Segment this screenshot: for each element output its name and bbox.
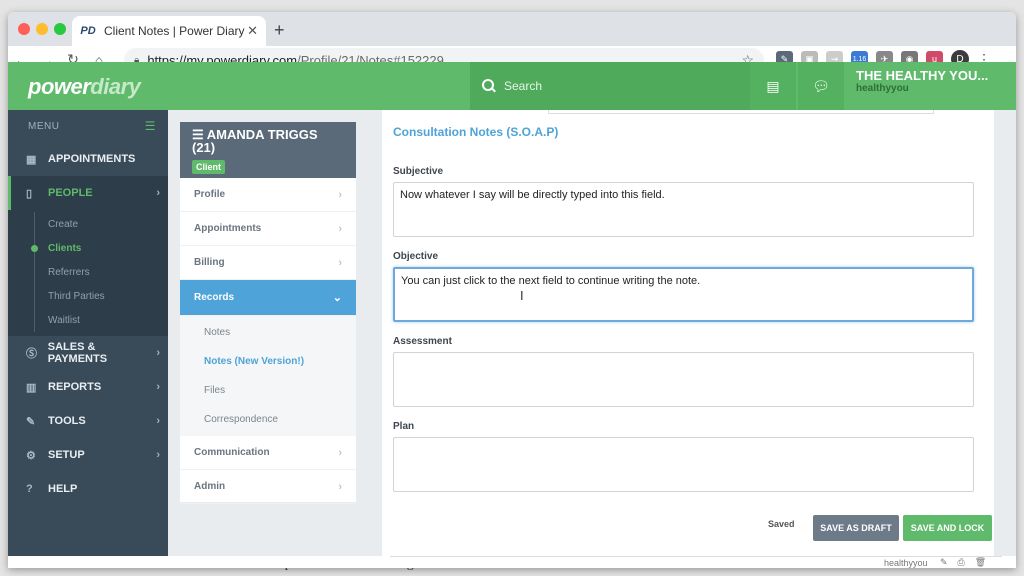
app-header: powerdiary Search ▤ 💬︎ THE HEALTHY YOU..… bbox=[8, 62, 1016, 110]
search-placeholder: Search bbox=[504, 79, 543, 93]
new-tab-icon[interactable]: + bbox=[274, 20, 285, 41]
global-search[interactable]: Search bbox=[470, 62, 750, 110]
dollar-icon: Ⓢ bbox=[26, 348, 37, 360]
people-icon: ▯ bbox=[26, 187, 33, 200]
subnav-referrers[interactable]: Referrers bbox=[8, 260, 168, 284]
sidebar-item-reports[interactable]: ▥ REPORTS › bbox=[8, 370, 168, 404]
chevron-right-icon: › bbox=[156, 449, 160, 461]
plan-label: Plan bbox=[393, 421, 415, 432]
account-subdomain: healthyyou bbox=[856, 83, 909, 94]
subnav-create[interactable]: Create bbox=[8, 212, 168, 236]
chevron-right-icon: › bbox=[156, 187, 160, 199]
gear-icon: ⚙ bbox=[26, 449, 36, 462]
subnav-waitlist[interactable]: Waitlist bbox=[8, 308, 168, 332]
favicon-icon: PD bbox=[80, 25, 96, 37]
client-name: ☰ AMANDA TRIGGS (21) bbox=[192, 127, 318, 155]
search-icon bbox=[482, 79, 496, 93]
subjective-field[interactable]: Now whatever I say will be directly type… bbox=[393, 182, 974, 237]
client-menu-billing[interactable]: Billing › bbox=[180, 246, 356, 280]
objective-label: Objective bbox=[393, 251, 439, 262]
soap-notes-form: Consultation Notes (S.O.A.P) Subjective … bbox=[382, 110, 994, 556]
chat-icon[interactable]: 💬︎ bbox=[798, 62, 844, 110]
client-menu-profile[interactable]: Profile › bbox=[180, 178, 356, 212]
records-notes[interactable]: Notes bbox=[180, 318, 356, 347]
save-and-lock-button[interactable]: SAVE AND LOCK bbox=[903, 515, 992, 541]
help-icon: ? bbox=[26, 483, 33, 495]
records-submenu: Notes Notes (New Version!) Files Corresp… bbox=[180, 316, 356, 436]
client-menu-appointments[interactable]: Appointments › bbox=[180, 212, 356, 246]
chevron-right-icon: › bbox=[156, 347, 160, 359]
client-header: ☰ AMANDA TRIGGS (21) Client bbox=[180, 122, 356, 178]
client-menu-records[interactable]: Records ⌄ bbox=[180, 280, 356, 316]
people-subnav: Create Clients Referrers Third Parties W… bbox=[8, 210, 168, 336]
client-menu-admin[interactable]: Admin › bbox=[180, 470, 356, 504]
sidebar-item-setup[interactable]: ⚙ SETUP › bbox=[8, 438, 168, 472]
form-top-border bbox=[548, 110, 934, 114]
chevron-right-icon: › bbox=[338, 446, 342, 459]
wrench-icon: ✎ bbox=[26, 415, 36, 428]
subnav-third-parties[interactable]: Third Parties bbox=[8, 284, 168, 308]
document-icon[interactable]: ▤ bbox=[750, 62, 796, 110]
powerdiary-logo[interactable]: powerdiary bbox=[28, 74, 141, 100]
sidebar: MENU ☰ ▦ APPOINTMENTS ▯ PEOPLE › Create … bbox=[8, 110, 168, 556]
chart-icon: ▥ bbox=[26, 381, 37, 394]
account-name: THE HEALTHY YOU... bbox=[856, 68, 989, 83]
assessment-field[interactable] bbox=[393, 352, 974, 407]
sidebar-item-appointments[interactable]: ▦ APPOINTMENTS bbox=[8, 142, 168, 176]
save-as-draft-button[interactable]: SAVE AS DRAFT bbox=[813, 515, 899, 541]
records-correspondence[interactable]: Correspondence bbox=[180, 405, 356, 434]
chevron-right-icon: › bbox=[338, 188, 342, 201]
chevron-right-icon: › bbox=[338, 480, 342, 493]
calendar-icon: ▦ bbox=[26, 153, 37, 166]
close-tab-icon[interactable]: ✕ bbox=[247, 23, 258, 39]
account-menu[interactable]: THE HEALTHY YOU... healthyyou bbox=[856, 68, 988, 94]
sidebar-item-sales-payments[interactable]: Ⓢ SALES & PAYMENTS › bbox=[8, 336, 168, 370]
collapse-menu-icon[interactable]: ☰ bbox=[145, 119, 156, 133]
assessment-label: Assessment bbox=[393, 336, 452, 347]
chevron-right-icon: › bbox=[338, 256, 342, 269]
client-menu-communication[interactable]: Communication › bbox=[180, 436, 356, 470]
browser-tab[interactable]: PD Client Notes | Power Diary ✕ bbox=[72, 16, 266, 46]
menu-header: MENU ☰ bbox=[28, 119, 156, 133]
tab-title: Client Notes | Power Diary bbox=[104, 24, 245, 38]
minimize-window-button[interactable] bbox=[36, 23, 48, 35]
form-title: Consultation Notes (S.O.A.P) bbox=[393, 125, 559, 139]
subjective-label: Subjective bbox=[393, 166, 444, 177]
objective-field[interactable]: You can just click to the next field to … bbox=[393, 267, 974, 322]
plan-field[interactable] bbox=[393, 437, 974, 492]
close-window-button[interactable] bbox=[18, 23, 30, 35]
sidebar-item-tools[interactable]: ✎ TOOLS › bbox=[8, 404, 168, 438]
sidebar-item-people[interactable]: ▯ PEOPLE › bbox=[8, 176, 168, 210]
records-files[interactable]: Files bbox=[180, 376, 356, 405]
client-badge: Client bbox=[192, 160, 226, 174]
client-panel: ☰ AMANDA TRIGGS (21) Client Profile › App… bbox=[180, 122, 356, 504]
records-notes-new[interactable]: Notes (New Version!) bbox=[180, 347, 356, 376]
subnav-clients[interactable]: Clients bbox=[8, 236, 168, 260]
chevron-right-icon: › bbox=[156, 415, 160, 427]
chevron-right-icon: › bbox=[338, 222, 342, 235]
chevron-down-icon: ⌄ bbox=[332, 292, 342, 304]
maximize-window-button[interactable] bbox=[54, 23, 66, 35]
sidebar-item-help[interactable]: ? HELP bbox=[8, 472, 168, 506]
tab-strip: PD Client Notes | Power Diary ✕ + bbox=[8, 12, 1016, 46]
chevron-right-icon: › bbox=[156, 381, 160, 393]
